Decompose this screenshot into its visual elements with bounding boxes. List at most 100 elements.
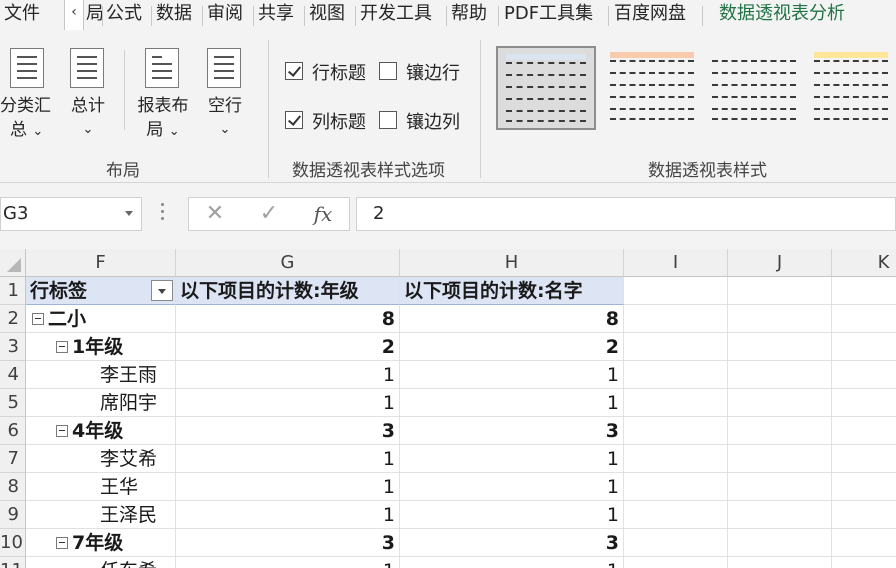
pivot-value-cell[interactable]: 3 xyxy=(400,529,624,557)
pivot-row-label[interactable]: 席阳宇 xyxy=(26,389,176,417)
grid-cell[interactable] xyxy=(728,529,832,557)
grid-cell[interactable] xyxy=(832,557,896,568)
pivot-value-cell[interactable]: 1 xyxy=(400,557,624,568)
pivot-row-label[interactable]: 二小 xyxy=(26,305,176,333)
grid-cell[interactable] xyxy=(624,333,728,361)
row-header[interactable]: 6 xyxy=(0,417,26,445)
banded-columns-label[interactable]: 镶边列 xyxy=(406,108,460,134)
row-header[interactable]: 8 xyxy=(0,473,26,501)
grid-cell[interactable] xyxy=(624,501,728,529)
pivot-value-cell[interactable]: 1 xyxy=(176,473,400,501)
pivot-style-tile[interactable] xyxy=(602,46,702,130)
grid-cell[interactable] xyxy=(728,277,832,305)
column-header-f[interactable]: F xyxy=(26,249,176,277)
collapse-icon[interactable] xyxy=(56,341,68,353)
grid-cell[interactable] xyxy=(832,529,896,557)
grid-cell[interactable] xyxy=(832,417,896,445)
insert-function-icon[interactable]: fx xyxy=(303,198,343,230)
grand-totals-button[interactable]: 总计 ⌄ xyxy=(66,44,110,144)
pivot-row-label[interactable]: 李艾希 xyxy=(26,445,176,473)
grid-cell[interactable] xyxy=(624,529,728,557)
pivot-row-label[interactable]: 李王雨 xyxy=(26,361,176,389)
pivot-value-cell[interactable]: 2 xyxy=(176,333,400,361)
formula-input[interactable]: 2 xyxy=(356,197,896,231)
column-header-k[interactable]: K xyxy=(832,249,896,277)
pivot-row-label[interactable]: 任东希 xyxy=(26,557,176,568)
column-headers-label[interactable]: 列标题 xyxy=(312,108,366,134)
chevron-down-icon[interactable] xyxy=(125,211,133,216)
grid-cell[interactable] xyxy=(728,305,832,333)
cancel-icon[interactable]: ✕ xyxy=(195,198,235,230)
grid-cell[interactable] xyxy=(624,557,728,568)
tab-developer[interactable]: 开发工具 xyxy=(360,0,432,30)
grid-cell[interactable] xyxy=(624,361,728,389)
pivot-value-cell[interactable]: 1 xyxy=(400,445,624,473)
tab-file[interactable]: 文件 xyxy=(4,0,40,30)
grid-cell[interactable] xyxy=(728,445,832,473)
pivot-value-cell[interactable]: 3 xyxy=(400,417,624,445)
pivot-value-cell[interactable]: 1 xyxy=(400,361,624,389)
pivot-value-cell[interactable]: 1 xyxy=(400,389,624,417)
tab-review[interactable]: 审阅 xyxy=(207,0,243,30)
tab-help[interactable]: 帮助 xyxy=(451,0,487,30)
grid-cell[interactable] xyxy=(624,473,728,501)
grid-cell[interactable] xyxy=(624,305,728,333)
pivot-style-tile[interactable] xyxy=(496,46,596,130)
grid-cell[interactable] xyxy=(832,389,896,417)
tab-formulas[interactable]: 公式 xyxy=(106,0,142,30)
grid-cell[interactable] xyxy=(832,277,896,305)
grid-cell[interactable] xyxy=(624,277,728,305)
pivot-row-label[interactable]: 4年级 xyxy=(26,417,176,445)
report-layout-button[interactable]: 报表布 局 ⌄ xyxy=(132,44,194,144)
column-headers-checkbox[interactable] xyxy=(285,111,303,129)
row-header[interactable]: 5 xyxy=(0,389,26,417)
grid-cell[interactable] xyxy=(728,361,832,389)
pivot-value-cell[interactable]: 1 xyxy=(176,557,400,568)
pivot-value-cell[interactable]: 1 xyxy=(176,389,400,417)
grid-cell[interactable] xyxy=(728,333,832,361)
grid-cell[interactable] xyxy=(624,389,728,417)
row-header[interactable]: 2 xyxy=(0,305,26,333)
enter-icon[interactable]: ✓ xyxy=(249,198,289,230)
collapse-icon[interactable] xyxy=(56,425,68,437)
pivot-row-label[interactable]: 7年级 xyxy=(26,529,176,557)
column-header-j[interactable]: J xyxy=(728,249,832,277)
grid-cell[interactable] xyxy=(832,501,896,529)
tab-baidu-netdisk[interactable]: 百度网盘 xyxy=(614,0,686,30)
blank-rows-button[interactable]: 空行 ⌄ xyxy=(202,44,248,144)
pivot-row-label[interactable]: 1年级 xyxy=(26,333,176,361)
pivot-value-cell[interactable]: 1 xyxy=(176,445,400,473)
grid-cell[interactable] xyxy=(728,473,832,501)
banded-rows-label[interactable]: 镶边行 xyxy=(406,59,460,85)
grid-cell[interactable] xyxy=(728,557,832,568)
grid-cell[interactable] xyxy=(832,445,896,473)
grid-cell[interactable] xyxy=(832,473,896,501)
pivot-value-header[interactable]: 以下项目的计数:名字 xyxy=(400,277,624,305)
select-all-corner[interactable] xyxy=(0,249,26,277)
grid-cell[interactable] xyxy=(728,501,832,529)
pivot-value-cell[interactable]: 1 xyxy=(176,361,400,389)
row-header[interactable]: 3 xyxy=(0,333,26,361)
name-box[interactable]: G3 xyxy=(0,197,142,231)
row-header[interactable]: 7 xyxy=(0,445,26,473)
row-headers-label[interactable]: 行标题 xyxy=(312,59,366,85)
row-header[interactable]: 10 xyxy=(0,529,26,557)
drag-handle-icon[interactable] xyxy=(161,203,165,225)
pivot-value-cell[interactable]: 1 xyxy=(176,501,400,529)
column-header-g[interactable]: G xyxy=(176,249,400,277)
pivot-value-cell[interactable]: 8 xyxy=(400,305,624,333)
pivot-style-tile[interactable] xyxy=(704,46,804,130)
pivot-value-cell[interactable]: 1 xyxy=(400,501,624,529)
collapse-icon[interactable] xyxy=(56,537,68,549)
banded-columns-checkbox[interactable] xyxy=(379,111,397,129)
grid-cell[interactable] xyxy=(832,361,896,389)
row-headers-checkbox[interactable] xyxy=(285,62,303,80)
pivot-value-cell[interactable]: 2 xyxy=(400,333,624,361)
pivot-value-cell[interactable]: 3 xyxy=(176,529,400,557)
grid-cell[interactable] xyxy=(624,445,728,473)
grid-cell[interactable] xyxy=(832,305,896,333)
grid-cell[interactable] xyxy=(728,417,832,445)
grid-cell[interactable] xyxy=(624,417,728,445)
subtotals-button[interactable]: 分类汇 总 ⌄ xyxy=(0,44,58,144)
pivot-row-label-header[interactable]: 行标签 xyxy=(26,277,176,305)
